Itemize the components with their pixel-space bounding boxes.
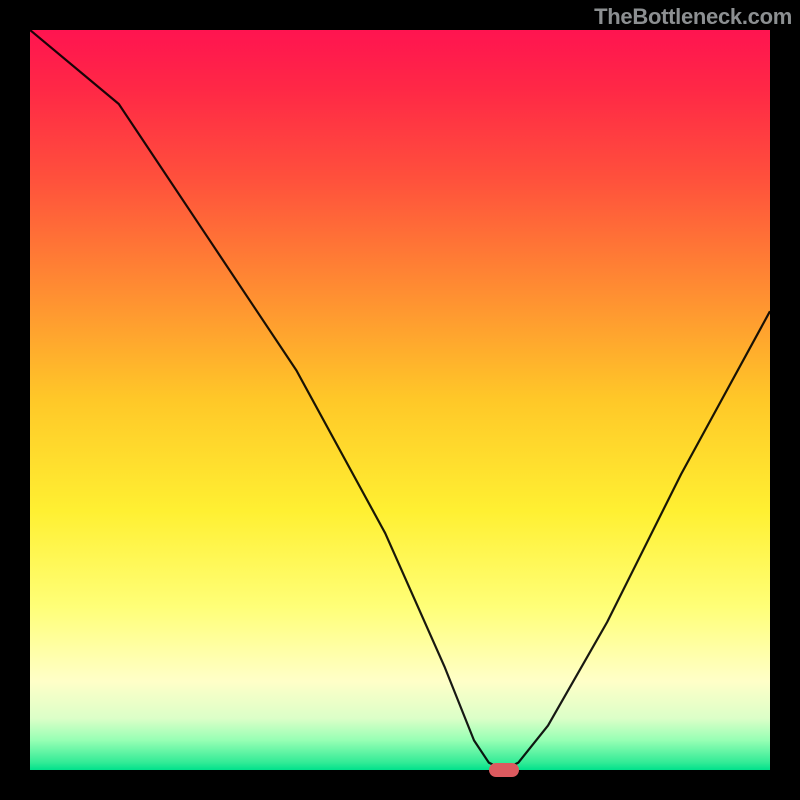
- optimum-marker: [489, 763, 519, 777]
- curve-path: [30, 30, 770, 770]
- curve-svg: [30, 30, 770, 770]
- plot-area: [30, 30, 770, 770]
- bottleneck-chart: TheBottleneck.com: [0, 0, 800, 800]
- watermark-text: TheBottleneck.com: [594, 4, 792, 30]
